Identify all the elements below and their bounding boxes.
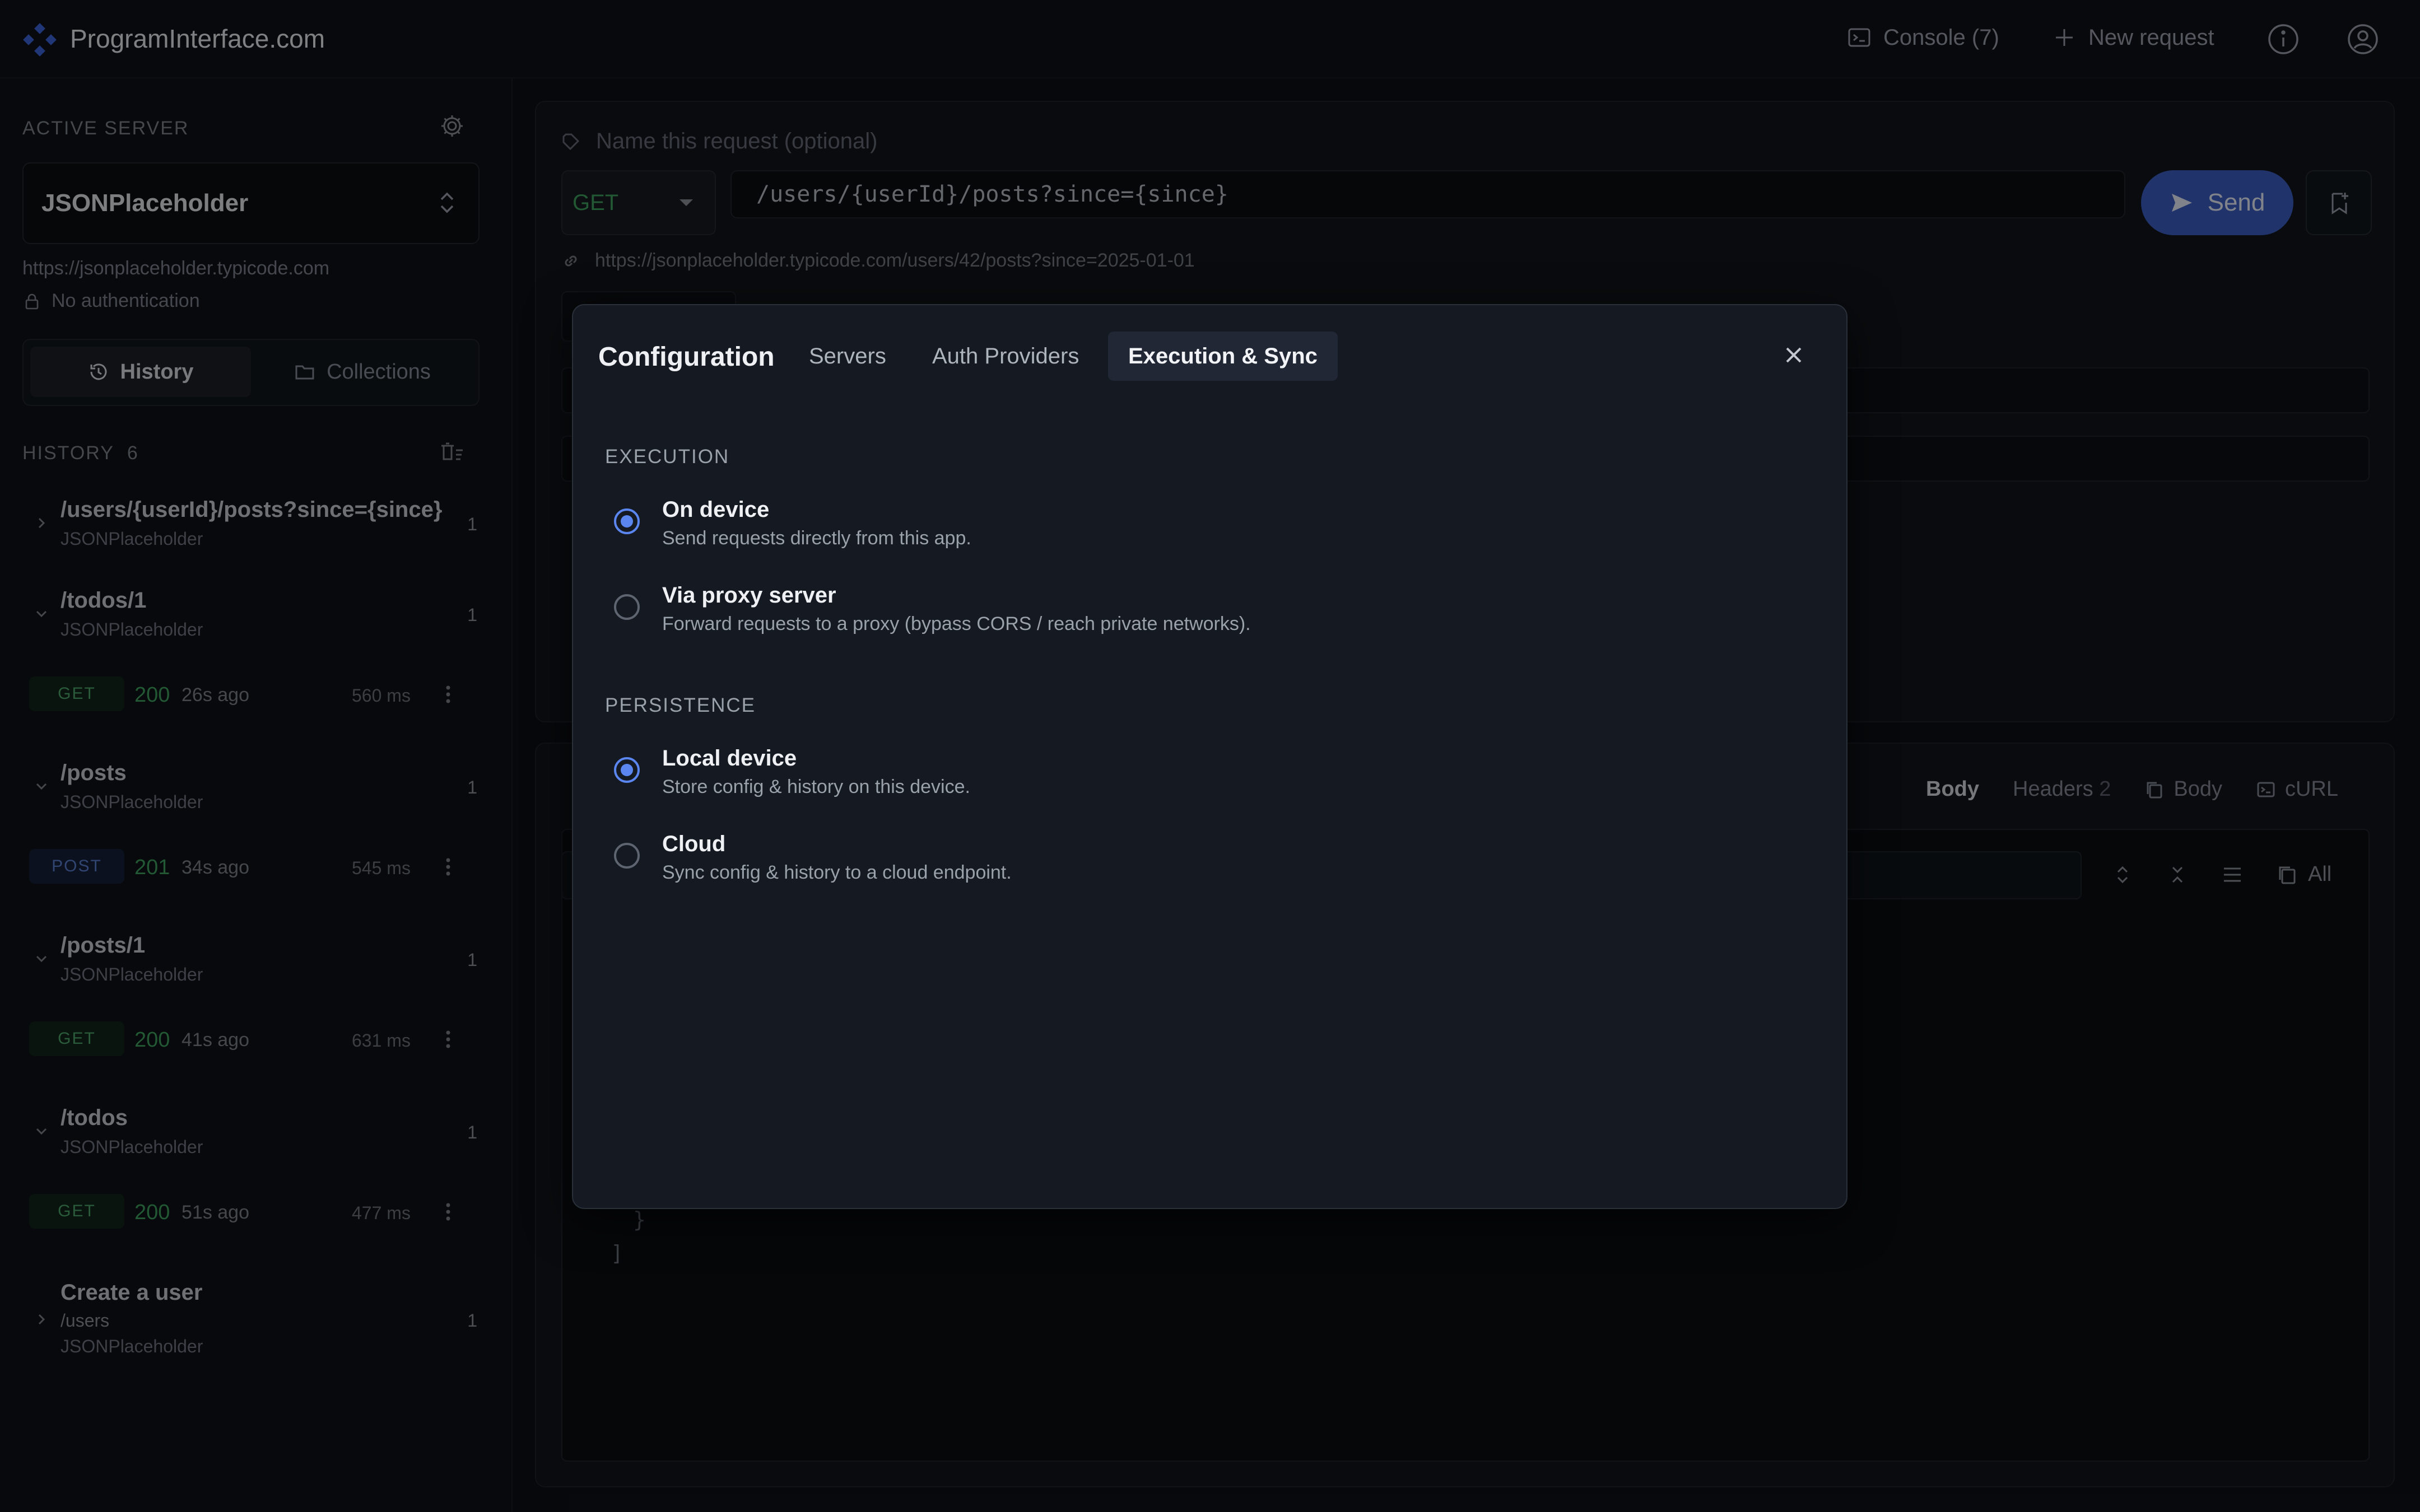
radio-on-device[interactable] [614,508,640,534]
persistence-label: PERSISTENCE [605,694,756,716]
option-title: On device [662,497,770,522]
option-title: Local device [662,746,797,771]
radio-cloud[interactable] [614,843,640,869]
tab-auth-providers[interactable]: Auth Providers [912,332,1099,381]
option-description: Store config & history on this device. [662,776,970,797]
tab-execution-sync[interactable]: Execution & Sync [1108,332,1338,381]
persistence-option-cloud[interactable]: Cloud Sync config & history to a cloud e… [611,832,1731,893]
tab-servers[interactable]: Servers [789,332,906,381]
radio-local-device[interactable] [614,757,640,783]
option-title: Cloud [662,832,726,856]
option-description: Send requests directly from this app. [662,528,971,549]
option-description: Sync config & history to a cloud endpoin… [662,862,1012,883]
execution-option-proxy[interactable]: Via proxy server Forward requests to a p… [611,583,1731,645]
close-icon[interactable] [1781,343,1806,367]
dialog-title: Configuration [598,342,775,372]
persistence-option-local[interactable]: Local device Store config & history on t… [611,746,1731,808]
execution-label: EXECUTION [605,446,730,468]
option-description: Forward requests to a proxy (bypass CORS… [662,613,1251,634]
option-title: Via proxy server [662,583,836,608]
execution-option-on-device[interactable]: On device Send requests directly from th… [611,497,1731,559]
radio-proxy[interactable] [614,594,640,620]
